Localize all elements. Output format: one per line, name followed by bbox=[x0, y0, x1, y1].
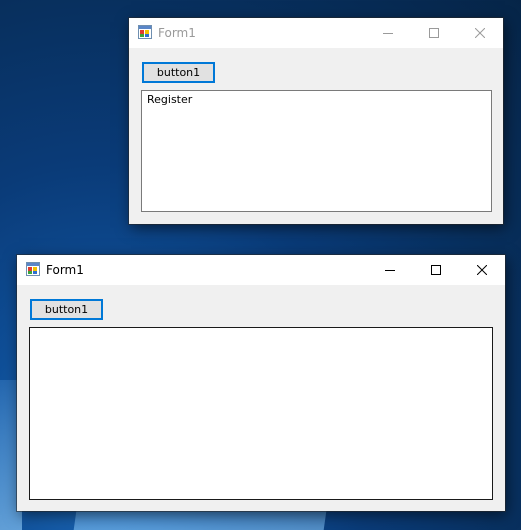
maximize-button[interactable] bbox=[411, 18, 457, 48]
desktop-background: Form1 button1 Register Form1 button1 bbox=[0, 0, 521, 530]
output-textbox[interactable] bbox=[29, 327, 493, 500]
button1[interactable]: button1 bbox=[30, 299, 103, 320]
register-textbox[interactable]: Register bbox=[141, 90, 492, 212]
close-icon bbox=[475, 28, 485, 38]
window-title: Form1 bbox=[158, 26, 196, 40]
minimize-button[interactable] bbox=[365, 18, 411, 48]
button1[interactable]: button1 bbox=[142, 62, 215, 83]
form-app-icon bbox=[26, 262, 40, 276]
minimize-icon bbox=[385, 270, 395, 271]
form-app-icon bbox=[138, 25, 152, 39]
minimize-icon bbox=[383, 33, 393, 34]
title-bar[interactable]: Form1 bbox=[129, 18, 503, 48]
close-button[interactable] bbox=[459, 255, 505, 285]
close-button[interactable] bbox=[457, 18, 503, 48]
maximize-button[interactable] bbox=[413, 255, 459, 285]
form1-window-front[interactable]: Form1 button1 bbox=[17, 255, 505, 511]
close-icon bbox=[477, 265, 487, 275]
maximize-icon bbox=[431, 265, 441, 275]
maximize-icon bbox=[429, 28, 439, 38]
form1-window-back[interactable]: Form1 button1 Register bbox=[129, 18, 503, 224]
minimize-button[interactable] bbox=[367, 255, 413, 285]
window-title: Form1 bbox=[46, 263, 84, 277]
title-bar[interactable]: Form1 bbox=[17, 255, 505, 285]
